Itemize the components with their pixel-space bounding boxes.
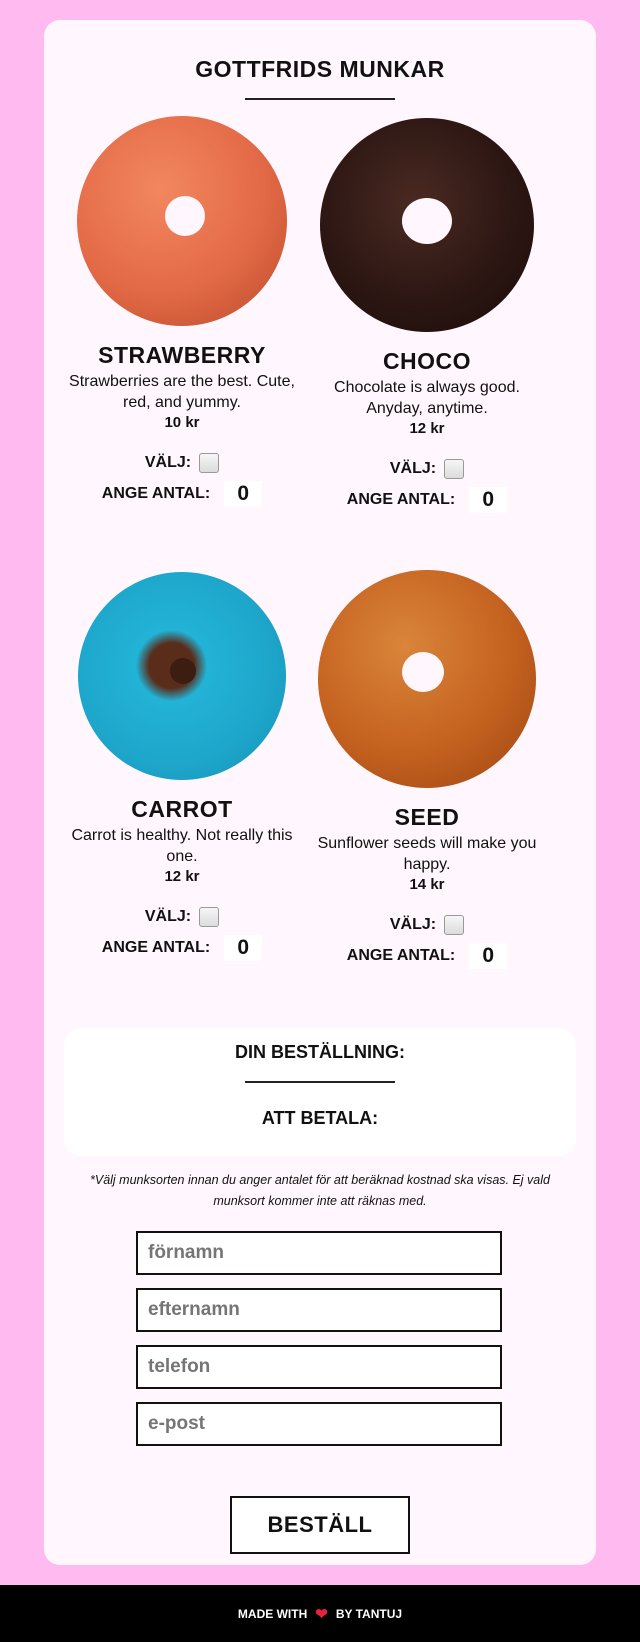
product-description: Carrot is healthy. Not really this one. (71, 827, 293, 865)
quantity-label: ANGE ANTAL: (346, 947, 456, 964)
product-price: 12 kr (164, 868, 200, 885)
product-description: Chocolate is always good. Anyday, anytim… (334, 379, 520, 417)
order-button[interactable]: BESTÄLL (230, 1496, 410, 1554)
select-checkbox[interactable] (444, 459, 465, 479)
product-description: Sunflower seeds will make you happy. (317, 835, 537, 873)
page-title: GOTTFRIDS MUNKAR (195, 56, 445, 82)
heart-icon: ❤ (315, 1605, 328, 1623)
order-label: DIN BESTÄLLNING: (235, 1042, 405, 1062)
quantity-label: ANGE ANTAL: (346, 491, 456, 508)
product-card-carrot: CARROT Carrot is healthy. Not really thi… (57, 572, 307, 961)
carrot-donut-image (78, 572, 286, 780)
order-card: GOTTFRIDS MUNKAR STRAWBERRY Strawberries… (44, 20, 596, 1565)
footer-text-after: BY TANTUJ (335, 1606, 403, 1621)
select-label: VÄLJ: (144, 908, 192, 925)
order-summary: DIN BESTÄLLNING: ATT BETALA: (64, 1028, 576, 1156)
select-label: VÄLJ: (389, 916, 437, 933)
seed-donut-image (318, 570, 536, 788)
product-card-seed: SEED Sunflower seeds will make you happy… (302, 570, 552, 969)
quantity-input[interactable]: 0 (224, 935, 263, 961)
strawberry-donut-image (77, 116, 287, 326)
footer: MADE WITH ❤ BY TANTUJ (0, 1585, 640, 1642)
email-input[interactable] (136, 1402, 502, 1446)
title-divider (245, 98, 395, 100)
product-price: 14 kr (409, 876, 445, 893)
product-card-strawberry: STRAWBERRY Strawberries are the best. Cu… (57, 116, 307, 507)
product-card-choco: CHOCO Chocolate is always good. Anyday, … (302, 118, 552, 513)
select-label: VÄLJ: (144, 454, 192, 471)
quantity-input[interactable]: 0 (469, 487, 508, 513)
quantity-label: ANGE ANTAL: (101, 485, 211, 502)
phone-input[interactable] (136, 1345, 502, 1389)
footer-text-before: MADE WITH (237, 1606, 308, 1621)
product-price: 10 kr (164, 414, 200, 431)
product-name: STRAWBERRY (98, 342, 266, 368)
quantity-label: ANGE ANTAL: (101, 939, 211, 956)
select-checkbox[interactable] (199, 453, 220, 473)
select-label: VÄLJ: (389, 460, 437, 477)
total-label: ATT BETALA: (261, 1108, 379, 1128)
order-note: *Välj munksorten innan du anger antalet … (90, 1173, 550, 1208)
select-checkbox[interactable] (199, 907, 220, 927)
product-description: Strawberries are the best. Cute, red, an… (69, 373, 295, 411)
product-name: SEED (394, 804, 460, 830)
last-name-input[interactable] (136, 1288, 502, 1332)
quantity-input[interactable]: 0 (224, 481, 263, 507)
product-name: CHOCO (382, 348, 472, 374)
choco-donut-image (320, 118, 534, 332)
first-name-input[interactable] (136, 1231, 502, 1275)
summary-divider (245, 1081, 395, 1083)
select-checkbox[interactable] (444, 915, 465, 935)
product-price: 12 kr (409, 420, 445, 437)
quantity-input[interactable]: 0 (469, 943, 508, 969)
product-name: CARROT (131, 796, 233, 822)
